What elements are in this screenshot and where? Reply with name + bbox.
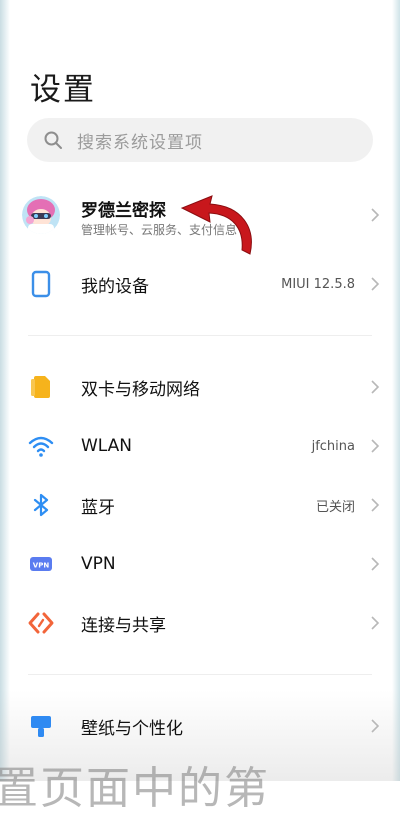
search-placeholder: 搜索系统设置项 (77, 132, 203, 153)
account-name: 罗德兰密探 (81, 201, 166, 221)
wallpaper-personalization-label: 壁纸与个性化 (81, 718, 183, 739)
my-device-row[interactable]: 我的设备 MIUI 12.5.8 (0, 256, 400, 312)
red-arrow-annotation (180, 195, 252, 255)
bluetooth-label: 蓝牙 (81, 497, 115, 518)
vpn-row[interactable]: VPN VPN (0, 536, 400, 592)
vpn-label: VPN (81, 554, 116, 574)
bluetooth-row[interactable]: 蓝牙 已关闭 (0, 477, 400, 533)
chevron-right-icon (371, 208, 380, 222)
chevron-right-icon (371, 498, 380, 512)
avatar (22, 196, 60, 234)
page-title: 设置 (30, 72, 96, 108)
connection-sharing-label: 连接与共享 (81, 615, 166, 636)
wlan-value: jfchina (311, 438, 355, 454)
section-divider (28, 674, 372, 675)
video-caption-overlay: 置页面中的第 (0, 763, 270, 814)
svg-text:VPN: VPN (33, 562, 50, 570)
wallpaper-icon (27, 712, 55, 740)
chevron-right-icon (371, 380, 380, 394)
my-device-value: MIUI 12.5.8 (281, 276, 355, 292)
chevron-right-icon (371, 557, 380, 571)
search-input[interactable]: 搜索系统设置项 (27, 118, 373, 162)
sim-card-icon (27, 373, 55, 401)
connection-share-icon (27, 609, 55, 637)
sim-mobile-network-label: 双卡与移动网络 (81, 379, 200, 400)
wifi-icon (27, 432, 55, 460)
wallpaper-personalization-row[interactable]: 壁纸与个性化 (0, 698, 400, 754)
sim-mobile-network-row[interactable]: 双卡与移动网络 (0, 359, 400, 415)
wlan-row[interactable]: WLAN jfchina (0, 418, 400, 474)
chevron-right-icon (371, 439, 380, 453)
chevron-right-icon (371, 616, 380, 630)
chevron-right-icon (371, 277, 380, 291)
chevron-right-icon (371, 719, 380, 733)
connection-sharing-row[interactable]: 连接与共享 (0, 595, 400, 651)
my-device-label: 我的设备 (81, 276, 149, 297)
phone-icon (27, 270, 55, 298)
section-divider (28, 335, 372, 336)
wlan-label: WLAN (81, 436, 133, 456)
vpn-icon: VPN (27, 550, 55, 578)
bluetooth-value: 已关闭 (315, 499, 355, 515)
bluetooth-icon (27, 491, 55, 519)
search-icon (44, 131, 62, 149)
